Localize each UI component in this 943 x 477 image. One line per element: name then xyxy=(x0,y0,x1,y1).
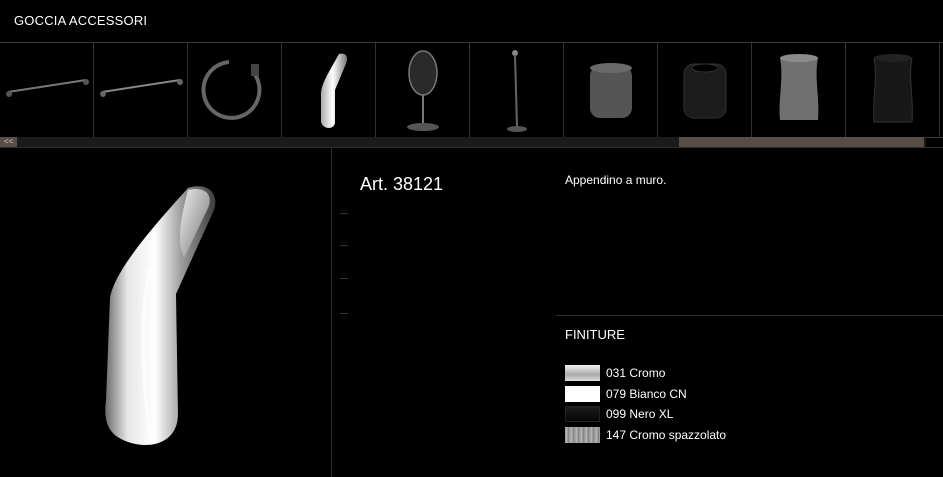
product-image xyxy=(0,148,331,477)
towel-ring-icon xyxy=(201,60,261,120)
finish-swatch xyxy=(565,386,600,402)
towel-bar-icon xyxy=(99,79,183,97)
scroll-prev-button[interactable]: << xyxy=(0,137,17,147)
carousel-item-grey-vase[interactable] xyxy=(752,43,846,137)
floor-stand-icon xyxy=(506,50,527,132)
finish-swatch xyxy=(565,406,600,422)
finish-label: 147 Cromo spazzolato xyxy=(606,428,727,442)
divider xyxy=(556,315,943,316)
carousel-item-wall-hook[interactable] xyxy=(282,43,376,137)
towel-bar-icon xyxy=(5,79,89,97)
header: GOCCIA ACCESSORI xyxy=(0,0,943,42)
wall-hook-icon xyxy=(105,186,216,446)
finish-label: 031 Cromo xyxy=(606,366,666,380)
finish-option[interactable]: 031 Cromo xyxy=(565,364,665,382)
finish-option[interactable]: 147 Cromo spazzolato xyxy=(565,426,726,444)
product-carousel xyxy=(0,42,943,138)
finish-option[interactable]: 099 Nero XL xyxy=(565,405,673,423)
grey-container-icon xyxy=(589,63,632,118)
scrollbar-thumb[interactable] xyxy=(679,137,924,147)
standing-mirror-icon xyxy=(406,50,439,131)
carousel-item-black-container[interactable] xyxy=(658,43,752,137)
page-title: GOCCIA ACCESSORI xyxy=(14,13,148,28)
wall-hook-icon xyxy=(320,53,347,128)
finishes-title: FINITURE xyxy=(565,327,625,342)
carousel-item-standing-mirror[interactable] xyxy=(376,43,470,137)
carousel-item-black-vase[interactable] xyxy=(846,43,940,137)
finish-label: 099 Nero XL xyxy=(606,407,674,421)
carousel-item-towel-bar-short[interactable] xyxy=(94,43,188,137)
divider xyxy=(331,148,332,477)
carousel-item-towel-ring[interactable] xyxy=(188,43,282,137)
finish-label: 079 Bianco CN xyxy=(606,387,687,401)
carousel-item-towel-bar-long[interactable] xyxy=(0,43,94,137)
black-container-icon xyxy=(683,63,726,119)
finish-swatch xyxy=(565,427,600,443)
finish-swatch xyxy=(565,365,600,381)
grey-vase-icon xyxy=(779,53,818,120)
carousel-scrollbar[interactable]: << xyxy=(0,137,926,147)
article-number: Art. 38121 xyxy=(360,174,444,194)
finish-option[interactable]: 079 Bianco CN xyxy=(565,385,687,403)
black-vase-icon xyxy=(872,53,913,122)
carousel-item-floor-stand[interactable] xyxy=(470,43,564,137)
carousel-item-grey-container[interactable] xyxy=(564,43,658,137)
product-description: Appendino a muro. xyxy=(565,173,667,187)
